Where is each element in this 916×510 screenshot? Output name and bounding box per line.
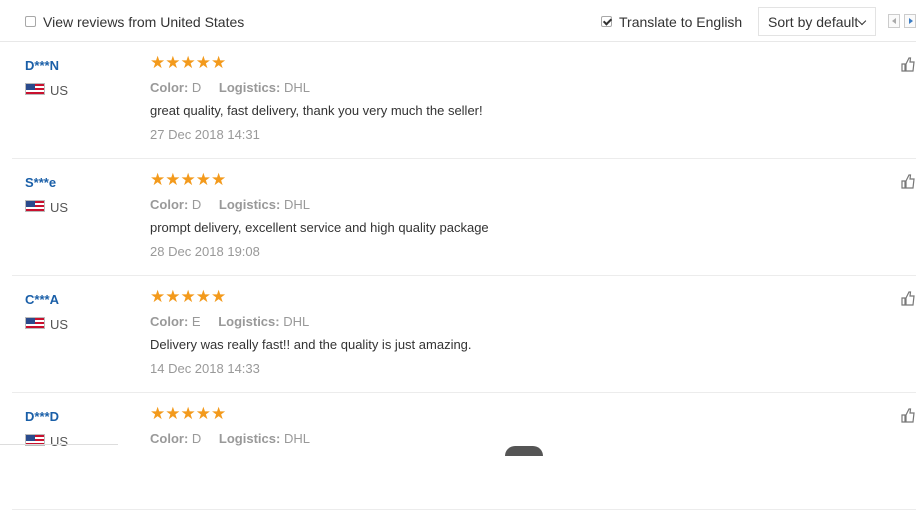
review-text: prompt delivery, excellent service and h… (150, 220, 489, 235)
us-only-label[interactable]: View reviews from United States (43, 14, 244, 30)
chevron-down-icon (857, 16, 867, 26)
order-info: Color: D Logistics: DHL (150, 80, 324, 95)
order-info: Color: D Logistics: DHL (150, 197, 324, 212)
review-date: 28 Dec 2018 19:08 (150, 244, 260, 259)
next-page-icon (909, 18, 913, 24)
thumbs-up-icon[interactable] (901, 56, 915, 72)
us-flag-icon (25, 317, 45, 329)
logistics-label: Logistics: (218, 314, 280, 329)
us-only-checkbox[interactable] (25, 16, 36, 27)
color-value: E (191, 314, 201, 329)
review-date: 27 Dec 2018 14:31 (150, 127, 260, 142)
star-rating: ★★★★★ (150, 53, 227, 72)
color-label: Color: (150, 197, 189, 212)
review-item: C***A US ★★★★★ Color: E Logistics: DHL D… (12, 276, 916, 393)
color-label: Color: (150, 431, 189, 446)
buyer-name: D***N (25, 58, 59, 73)
order-info: Color: D Logistics: DHL (150, 431, 324, 446)
next-page-button[interactable] (904, 14, 916, 28)
sort-dropdown[interactable]: Sort by default (758, 7, 876, 36)
us-flag-icon (25, 83, 45, 95)
logistics-value: DHL (283, 431, 310, 446)
prev-page-icon (892, 18, 896, 24)
review-text: great quality, fast delivery, thank you … (150, 103, 483, 118)
logistics-value: DHL (283, 197, 310, 212)
color-value: D (191, 197, 202, 212)
review-item: S***e US ★★★★★ Color: D Logistics: DHL p… (12, 159, 916, 276)
color-label: Color: (150, 80, 189, 95)
review-item: D***N US ★★★★★ Color: D Logistics: DHL g… (12, 42, 916, 159)
thumbs-up-icon[interactable] (901, 407, 915, 423)
order-info: Color: E Logistics: DHL (150, 314, 323, 329)
thumbs-up-icon[interactable] (901, 290, 915, 306)
sort-label: Sort by default (768, 14, 859, 30)
floating-widget-edge[interactable] (505, 446, 543, 456)
us-flag-icon (25, 200, 45, 212)
logistics-label: Logistics: (218, 197, 281, 212)
buyer-country: US (50, 317, 69, 332)
divider (0, 444, 118, 445)
buyer-country: US (50, 83, 69, 98)
buyer-name: D***D (25, 409, 59, 424)
star-rating: ★★★★★ (150, 287, 227, 306)
buyer-country: US (50, 434, 69, 449)
star-rating: ★★★★★ (150, 404, 227, 423)
review-filter-bar: View reviews from United States Translat… (0, 0, 916, 42)
star-rating: ★★★★★ (150, 170, 227, 189)
translate-checkbox[interactable] (601, 16, 612, 27)
logistics-value: DHL (283, 314, 310, 329)
buyer-name: C***A (25, 292, 59, 307)
color-label: Color: (150, 314, 189, 329)
review-item: D***D US ★★★★★ Color: D Logistics: DHL (12, 393, 916, 510)
prev-page-button[interactable] (888, 14, 900, 28)
logistics-label: Logistics: (218, 431, 281, 446)
review-text: Delivery was really fast!! and the quali… (150, 337, 472, 352)
color-value: D (191, 80, 202, 95)
thumbs-up-icon[interactable] (901, 173, 915, 189)
review-date: 14 Dec 2018 14:33 (150, 361, 260, 376)
color-value: D (191, 431, 202, 446)
buyer-name: S***e (25, 175, 57, 190)
logistics-value: DHL (283, 80, 310, 95)
buyer-country: US (50, 200, 69, 215)
translate-label[interactable]: Translate to English (619, 14, 742, 30)
logistics-label: Logistics: (218, 80, 281, 95)
